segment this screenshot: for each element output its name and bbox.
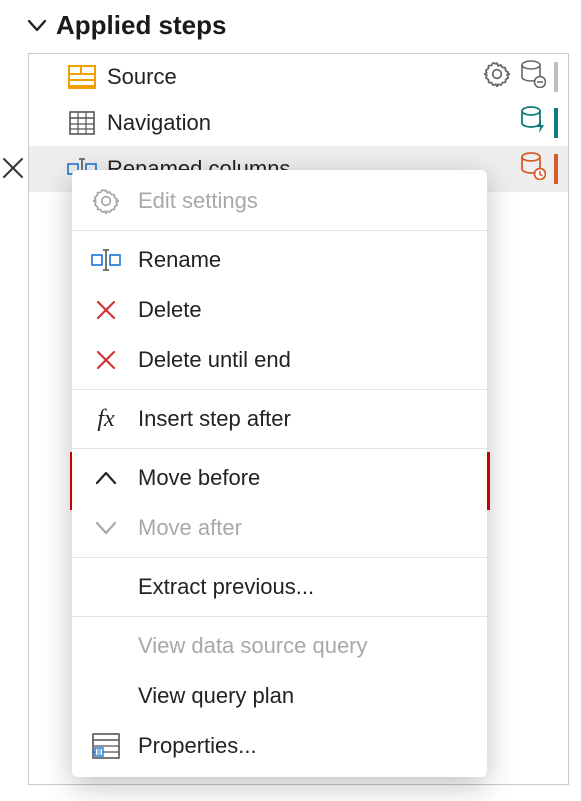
database-bolt-icon xyxy=(520,106,546,140)
menu-label: Move before xyxy=(138,465,260,491)
section-title: Applied steps xyxy=(56,10,226,41)
menu-edit-settings: Edit settings xyxy=(72,176,487,226)
menu-delete[interactable]: Delete xyxy=(72,285,487,335)
source-icon xyxy=(67,62,97,92)
chevron-down-icon xyxy=(90,512,122,544)
step-label: Source xyxy=(107,64,484,90)
menu-label: Properties... xyxy=(138,733,257,759)
menu-label: View data source query xyxy=(138,633,368,659)
menu-label: Edit settings xyxy=(138,188,258,214)
delete-step-icon[interactable] xyxy=(0,154,27,188)
section-header[interactable]: Applied steps xyxy=(28,10,569,41)
chevron-down-icon xyxy=(28,20,46,32)
status-bar xyxy=(554,108,558,138)
menu-label: Delete xyxy=(138,297,202,323)
close-icon xyxy=(90,294,122,326)
database-minus-icon xyxy=(520,60,546,94)
rename-icon xyxy=(90,244,122,276)
chevron-up-icon xyxy=(90,462,122,494)
step-row-navigation[interactable]: Navigation xyxy=(29,100,568,146)
menu-label: Move after xyxy=(138,515,242,541)
database-clock-icon xyxy=(520,152,546,186)
menu-move-before[interactable]: Move before xyxy=(72,453,487,503)
menu-label: View query plan xyxy=(138,683,294,709)
properties-icon xyxy=(90,730,122,762)
gear-icon[interactable] xyxy=(484,61,510,93)
gear-icon xyxy=(90,185,122,217)
step-row-source[interactable]: Source xyxy=(29,54,568,100)
menu-label: Extract previous... xyxy=(138,574,314,600)
fx-icon: fx xyxy=(90,403,122,435)
menu-view-query-plan[interactable]: View query plan xyxy=(72,671,487,721)
menu-divider xyxy=(72,616,487,617)
close-icon xyxy=(90,344,122,376)
menu-delete-until-end[interactable]: Delete until end xyxy=(72,335,487,385)
step-label: Navigation xyxy=(107,110,520,136)
menu-extract-previous[interactable]: Extract previous... xyxy=(72,562,487,612)
menu-label: Rename xyxy=(138,247,221,273)
menu-divider xyxy=(72,448,487,449)
menu-divider xyxy=(72,230,487,231)
table-icon xyxy=(67,108,97,138)
menu-properties[interactable]: Properties... xyxy=(72,721,487,771)
menu-divider xyxy=(72,557,487,558)
menu-insert-step-after[interactable]: fx Insert step after xyxy=(72,394,487,444)
menu-move-after: Move after xyxy=(72,503,487,553)
status-bar xyxy=(554,154,558,184)
menu-label: Delete until end xyxy=(138,347,291,373)
menu-rename[interactable]: Rename xyxy=(72,235,487,285)
menu-divider xyxy=(72,389,487,390)
menu-view-data-source-query: View data source query xyxy=(72,621,487,671)
status-bar xyxy=(554,62,558,92)
step-context-menu: Edit settings Rename Delete Delete until… xyxy=(72,170,487,777)
menu-label: Insert step after xyxy=(138,406,291,432)
